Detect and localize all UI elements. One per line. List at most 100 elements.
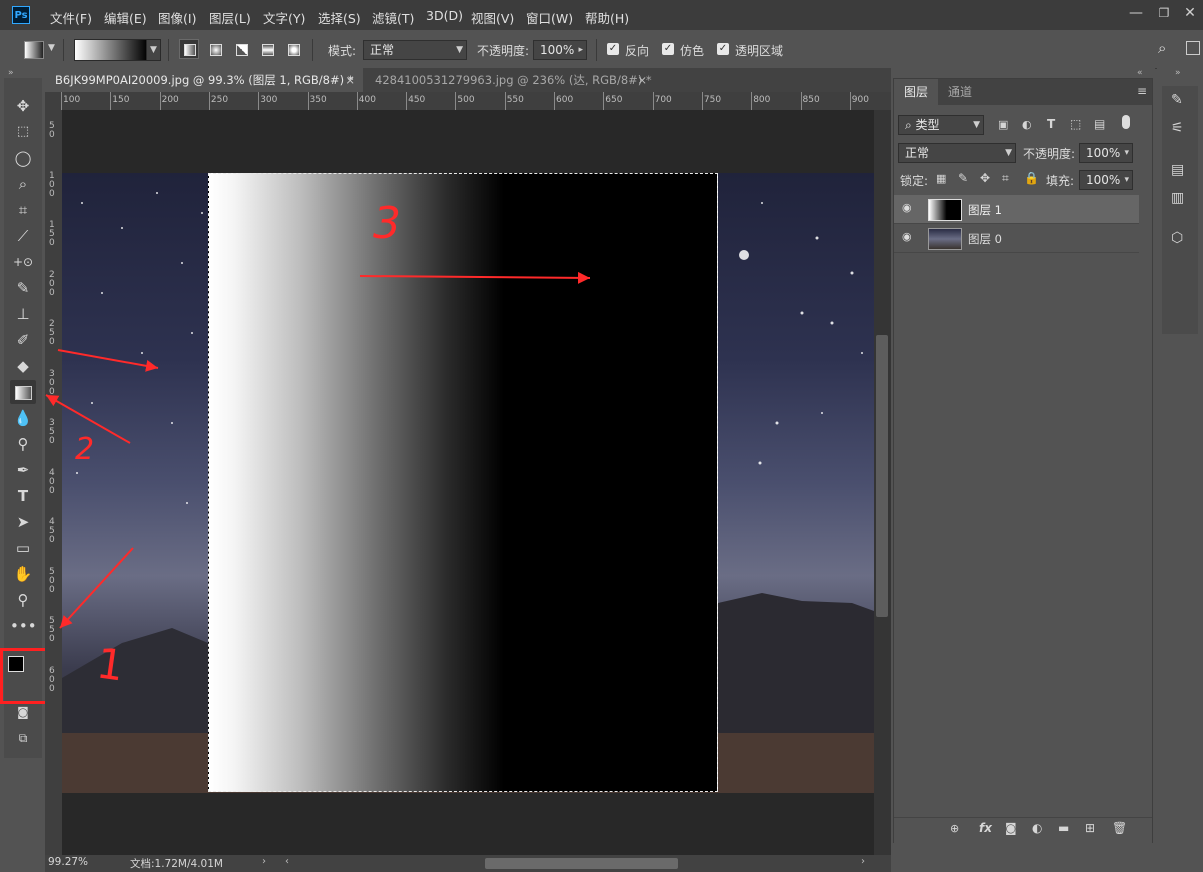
collapse-icon[interactable]: «	[1137, 68, 1143, 78]
lasso-tool-icon[interactable]: ◯	[10, 146, 36, 170]
gradient-layer-selection[interactable]	[208, 173, 718, 792]
layer-filter-select[interactable]: ⌕ 类型 ▼	[898, 115, 984, 135]
menu-layer[interactable]: 图层(L)	[209, 8, 251, 27]
chevron-left-icon[interactable]: ‹	[285, 856, 289, 867]
link-icon[interactable]: ⊕	[950, 822, 959, 835]
canvas-area[interactable]	[62, 110, 874, 855]
angle-gradient-button[interactable]	[231, 39, 251, 59]
horizontal-scroll-thumb[interactable]	[485, 858, 678, 869]
adjustments-icon[interactable]: ⚟	[1171, 120, 1184, 136]
fx-icon[interactable]: fx	[979, 821, 992, 835]
history-brush-tool-icon[interactable]: ✐	[10, 328, 36, 352]
path-select-tool-icon[interactable]: ➤	[10, 510, 36, 534]
brush-settings-icon[interactable]: ✎	[1171, 92, 1183, 108]
menu-edit[interactable]: 编辑(E)	[104, 8, 147, 27]
chevron-right-icon[interactable]: ›	[262, 856, 266, 867]
fill-input[interactable]: 100% ▾	[1079, 170, 1133, 190]
brush-tool-icon[interactable]: ✎	[10, 276, 36, 300]
hand-tool-icon[interactable]: ✋	[10, 562, 36, 586]
panel-menu-icon[interactable]: ≡	[1137, 84, 1147, 98]
lock-all-icon[interactable]: 🔒	[1024, 171, 1039, 185]
minimize-button[interactable]: —	[1126, 3, 1146, 23]
search-icon[interactable]: ⌕	[1158, 39, 1178, 59]
gradient-tool-button[interactable]	[10, 380, 36, 404]
quick-select-tool-icon[interactable]: ⌕	[10, 172, 36, 196]
eye-icon[interactable]: ◉	[902, 201, 912, 214]
properties-icon[interactable]: ▤	[1171, 162, 1184, 178]
vertical-scroll-thumb[interactable]	[876, 335, 888, 617]
lock-artboard-icon[interactable]: ⌗	[1002, 171, 1009, 186]
tab-document-1[interactable]: B6JK99MP0AI20009.jpg @ 99.3% (图层 1, RGB/…	[45, 68, 363, 92]
chevron-right-icon[interactable]: ›	[861, 856, 865, 867]
eye-icon[interactable]: ◉	[902, 230, 912, 243]
close-icon[interactable]: ×	[345, 68, 355, 92]
transparency-checkbox[interactable]: ✓	[717, 43, 729, 55]
layer-1-name[interactable]: 图层 1	[968, 202, 1002, 218]
mask-icon[interactable]: ◙	[1005, 821, 1017, 835]
3d-icon[interactable]: ⬡	[1171, 230, 1183, 246]
opacity-input[interactable]: 100% ▸	[533, 40, 587, 60]
shape-filter-icon[interactable]: ⬚	[1070, 117, 1081, 131]
mode-select[interactable]: 正常 ▼	[363, 40, 467, 60]
workspace-icon[interactable]	[1186, 41, 1200, 55]
linear-gradient-button[interactable]	[179, 39, 199, 59]
collapse-icon[interactable]: »	[8, 68, 14, 78]
notes-icon[interactable]: ▥	[1171, 190, 1184, 206]
more-tools-icon[interactable]: •••	[10, 614, 37, 638]
gradient-picker-chevron-icon[interactable]: ▼	[146, 39, 161, 61]
blur-tool-icon[interactable]: 💧	[10, 406, 36, 430]
tab-layers[interactable]: 图层	[894, 79, 938, 105]
pixel-filter-icon[interactable]: ▣	[998, 118, 1008, 131]
close-window-button[interactable]: ✕	[1180, 3, 1200, 23]
reverse-checkbox[interactable]: ✓	[607, 43, 619, 55]
vertical-scrollbar[interactable]	[874, 110, 891, 855]
restore-button[interactable]: ❐	[1154, 3, 1174, 23]
smart-object-filter-icon[interactable]: ▤	[1094, 117, 1105, 131]
lock-transparent-icon[interactable]: ▦	[936, 172, 946, 185]
menu-window[interactable]: 窗口(W)	[526, 8, 573, 27]
zoom-level[interactable]: 99.27%	[48, 856, 88, 868]
reflected-gradient-button[interactable]	[257, 39, 277, 59]
folder-icon[interactable]: ▬	[1058, 821, 1069, 835]
dither-checkbox[interactable]: ✓	[662, 43, 674, 55]
marquee-tool-icon[interactable]: ⬚	[10, 120, 36, 144]
zoom-tool-icon[interactable]: ⚲	[10, 588, 36, 612]
close-icon[interactable]: ×	[637, 68, 647, 92]
adjustment-icon[interactable]: ◐	[1032, 821, 1042, 835]
tab-channels[interactable]: 通道	[938, 79, 982, 105]
trash-icon[interactable]: 🗑	[1112, 821, 1127, 835]
menu-file[interactable]: 文件(F)	[50, 8, 92, 27]
menu-filter[interactable]: 滤镜(T)	[372, 8, 414, 27]
menu-image[interactable]: 图像(I)	[158, 8, 196, 27]
adjustment-filter-icon[interactable]: ◐	[1022, 118, 1032, 131]
collapse-icon[interactable]: »	[1175, 68, 1181, 78]
lock-image-icon[interactable]: ✎	[958, 171, 968, 185]
chevron-down-icon[interactable]: ▼	[48, 43, 55, 53]
layer-opacity-input[interactable]: 100% ▾	[1079, 143, 1133, 163]
tab-document-2[interactable]: 4284100531279963.jpg @ 236% (达, RGB/8#) …	[365, 68, 655, 92]
lock-position-icon[interactable]: ✥	[980, 171, 990, 185]
new-layer-icon[interactable]: ⊞	[1085, 821, 1095, 835]
layer-row-0[interactable]: ◉ 图层 0	[894, 224, 1139, 253]
pen-tool-icon[interactable]: ✒	[10, 458, 36, 482]
radial-gradient-button[interactable]	[205, 39, 225, 59]
gradient-tool-icon[interactable]	[24, 41, 44, 59]
move-tool-icon[interactable]: ✥	[10, 94, 36, 118]
eyedropper-tool-icon[interactable]: ⟋	[10, 224, 36, 248]
menu-help[interactable]: 帮助(H)	[585, 8, 629, 27]
eraser-tool-icon[interactable]: ◆	[10, 354, 36, 378]
shape-tool-icon[interactable]: ▭	[10, 536, 36, 560]
type-filter-icon[interactable]: T	[1047, 117, 1055, 131]
gradient-preview[interactable]	[74, 39, 148, 61]
layer-row-1[interactable]: ◉ 图层 1	[894, 195, 1139, 224]
menu-type[interactable]: 文字(Y)	[263, 8, 305, 27]
layer-0-name[interactable]: 图层 0	[968, 231, 1002, 247]
healing-brush-tool-icon[interactable]: +⊙	[10, 250, 36, 274]
menu-view[interactable]: 视图(V)	[471, 8, 514, 27]
menu-3d[interactable]: 3D(D)	[426, 8, 463, 23]
crop-tool-icon[interactable]: ⌗	[10, 198, 36, 222]
dodge-tool-icon[interactable]: ⚲	[10, 432, 36, 456]
filter-toggle-icon[interactable]	[1122, 115, 1130, 129]
diamond-gradient-button[interactable]	[283, 39, 303, 59]
type-tool-icon[interactable]: T	[10, 484, 36, 508]
